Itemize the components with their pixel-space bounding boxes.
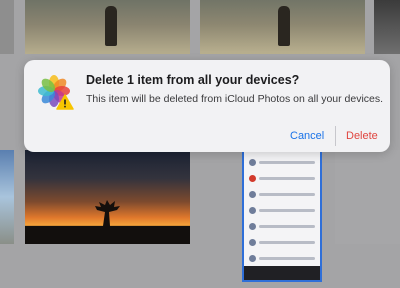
person-figure xyxy=(105,6,117,46)
person-figure xyxy=(278,6,290,46)
photo-thumbnail[interactable] xyxy=(200,0,365,54)
delete-confirmation-alert: Delete 1 item from all your devices? Thi… xyxy=(24,60,390,152)
phone-tab-bar xyxy=(244,266,320,280)
photos-icon xyxy=(38,75,74,110)
cancel-button[interactable]: Cancel xyxy=(290,126,324,146)
photo-thumbnail[interactable] xyxy=(25,0,190,54)
delete-button[interactable]: Delete xyxy=(346,126,378,146)
photo-thumbnail[interactable] xyxy=(374,0,400,54)
photo-thumbnail[interactable] xyxy=(25,150,190,244)
tree-silhouette-icon xyxy=(25,200,190,244)
alert-title: Delete 1 item from all your devices? xyxy=(86,73,300,87)
button-divider xyxy=(335,126,336,146)
photo-thumbnail[interactable] xyxy=(0,0,14,54)
photo-thumbnail[interactable] xyxy=(0,150,14,244)
photo-thumbnail[interactable] xyxy=(335,150,400,244)
selected-screenshot-thumbnail[interactable] xyxy=(242,150,322,282)
alert-message: This item will be deleted from iCloud Ph… xyxy=(86,93,384,105)
